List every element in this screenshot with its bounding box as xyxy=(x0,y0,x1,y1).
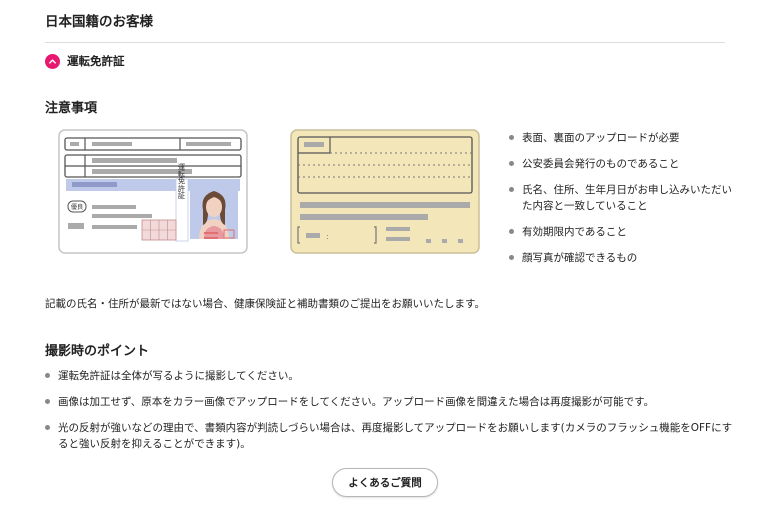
list-item: 光の反射が強いなどの理由で、書類内容が判読しづらい場合は、再度撮影してアップロー… xyxy=(45,420,735,452)
tips-list: 運転免許証は全体が写るように撮影してください。 画像は加工せず、原本をカラー画像… xyxy=(45,368,735,462)
license-badge-text: 優良 xyxy=(71,203,83,211)
bullet-icon xyxy=(509,229,514,234)
license-vertical-label: 運転免許証 xyxy=(178,162,187,200)
bullet-icon xyxy=(45,425,50,430)
notes-heading: 注意事項 xyxy=(45,101,98,116)
list-item: 顔写真が確認できるもの xyxy=(508,250,738,266)
bullet-icon xyxy=(45,399,50,404)
faq-button[interactable]: よくあるご質問 xyxy=(332,468,438,497)
bullet-icon xyxy=(509,135,514,140)
list-item-text: 光の反射が強いなどの理由で、書類内容が判読しづらい場合は、再度撮影してアップロー… xyxy=(58,422,733,450)
page-title: 日本国籍のお客様 xyxy=(45,14,153,30)
accordion-label: 運転免許証 xyxy=(67,54,125,68)
list-item: 氏名、住所、生年月日がお申し込みいただいた内容と一致していること xyxy=(508,182,738,214)
bullet-icon xyxy=(509,187,514,192)
chevron-up-icon xyxy=(45,53,60,69)
requirements-list: 表面、裏面のアップロードが必要 公安委員会発行のものであること 氏名、住所、生年… xyxy=(508,130,738,276)
license-back-illustration: : xyxy=(290,129,480,254)
list-item: 運転免許証は全体が写るように撮影してください。 xyxy=(45,368,735,384)
list-item-text: 有効期限内であること xyxy=(522,226,627,238)
svg-text::: : xyxy=(326,232,329,241)
bullet-icon xyxy=(509,255,514,260)
tips-heading: 撮影時のポイント xyxy=(45,344,150,359)
list-item: 有効期限内であること xyxy=(508,224,738,240)
list-item-text: 公安委員会発行のものであること xyxy=(522,158,680,170)
accordion-drivers-license[interactable]: 運転免許証 xyxy=(45,53,125,69)
bullet-icon xyxy=(509,161,514,166)
bullet-icon xyxy=(45,373,50,378)
list-item-text: 運転免許証は全体が写るように撮影してください。 xyxy=(58,370,299,382)
divider xyxy=(45,42,725,43)
list-item-text: 顔写真が確認できるもの xyxy=(522,252,638,264)
list-item: 表面、裏面のアップロードが必要 xyxy=(508,130,738,146)
license-front-illustration: 運転免許証 優良 xyxy=(58,129,248,254)
list-item: 公安委員会発行のものであること xyxy=(508,156,738,172)
list-item-text: 表面、裏面のアップロードが必要 xyxy=(522,132,680,144)
list-item-text: 画像は加工せず、原本をカラー画像でアップロードをしてください。アップロード画像を… xyxy=(58,396,655,408)
list-item: 画像は加工せず、原本をカラー画像でアップロードをしてください。アップロード画像を… xyxy=(45,394,735,410)
list-item-text: 氏名、住所、生年月日がお申し込みいただいた内容と一致していること xyxy=(522,184,732,212)
address-note: 記載の氏名・住所が最新ではない場合、健康保険証と補助書類のご提出をお願いいたしま… xyxy=(45,298,485,310)
